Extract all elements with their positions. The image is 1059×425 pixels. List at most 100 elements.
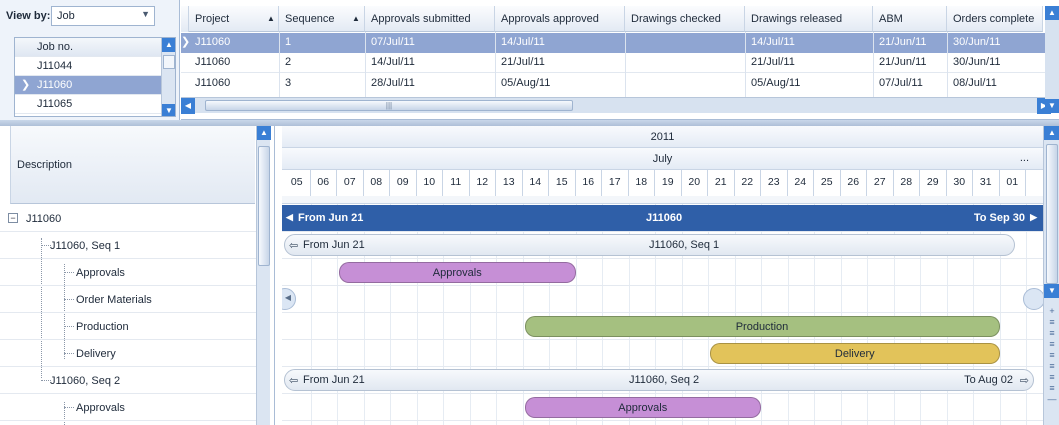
scroll-up-icon[interactable]: ▲ [1045,6,1059,20]
tree-line [64,299,74,300]
tree-row-label: Approvals [76,402,125,414]
column-header-drawings-checked[interactable]: Drawings checked [625,6,745,32]
cell-approvals-submitted: 07/Jul/11 [371,36,415,48]
tree-row-label: J11060, Seq 1 [50,240,121,252]
description-header-label: Description [17,159,73,171]
job-list-item-label: J11065 [37,98,73,110]
job-list-scrollbar[interactable]: ▲ ▼ [161,38,175,116]
tree-row-task[interactable]: Approvals [0,394,256,421]
tree-row-task[interactable]: Production [0,313,256,340]
task-bar-production[interactable]: Production [524,316,1000,337]
column-header-label: ABM [879,13,903,25]
tree-row-seq[interactable]: J11060, Seq 1 [0,232,256,259]
scroll-down-icon[interactable]: ▼ [1044,284,1059,298]
sequence-grid: Project ▲ Sequence ▲ Approvals submitted A… [181,0,1059,120]
column-header-approvals-approved[interactable]: Approvals approved [495,6,625,32]
cell-approvals-submitted: 28/Jul/11 [371,77,415,89]
gantt-scrollbar[interactable]: ▲ ▼ + ≡ ≡ ≡ ≡ ≡ ≡ ≡ — [1043,126,1059,425]
job-list-header[interactable]: Job no. [15,38,161,57]
column-header-abm[interactable]: ABM [873,6,947,32]
cell-sequence: 2 [285,56,292,68]
tree-row-job[interactable]: − J11060 [0,205,256,232]
scroll-up-icon[interactable]: ▲ [1044,126,1059,140]
job-list-item-selected[interactable]: ❯ J11060 [15,76,161,95]
task-bar-delivery[interactable]: Delivery [710,343,1000,364]
grid-divider [873,32,874,100]
collapse-icon[interactable]: − [8,213,18,223]
cell-abm: 21/Jun/11 [879,56,927,68]
column-header-sequence[interactable]: Sequence ▲ [279,6,365,32]
chevron-down-icon[interactable]: ▼ [141,9,150,19]
scroll-thumb[interactable] [163,55,175,69]
tree-row-task[interactable]: Approvals [0,259,256,286]
grid-horizontal-scrollbar[interactable]: ◀ ||| ▶ [181,97,1051,114]
cell-project: J11060 [195,56,231,68]
tree-line [64,353,74,354]
scroll-up-icon[interactable]: ▲ [257,126,271,140]
job-list: Job no. J11044 ❯ J11060 J11065 ▲ ▼ [14,37,176,117]
grid-divider [625,32,626,100]
tree-row-label: Production [76,321,129,333]
task-bars: Approvals Production Delivery Approvals [282,126,1043,425]
grid-vertical-scrollbar[interactable]: ▲ ▼ [1045,6,1059,113]
column-header-approvals-submitted[interactable]: Approvals submitted [365,6,495,32]
sort-asc-icon: ▲ [352,14,360,23]
cell-drawings-released: 05/Aug/11 [751,77,801,89]
view-by-dropdown[interactable]: Job ▼ [51,6,155,26]
task-bar-approvals[interactable]: Approvals [339,262,576,283]
scroll-down-icon[interactable]: ▼ [162,104,175,116]
column-header-drawings-released[interactable]: Drawings released [745,6,873,32]
column-header-label: Drawings released [751,13,843,25]
cell-approvals-approved: 05/Aug/11 [501,77,551,89]
cell-sequence: 3 [285,77,292,89]
grid-row-selected[interactable]: ❯ J11060 1 07/Jul/11 14/Jul/11 14/Jul/11… [181,33,1051,53]
sort-asc-icon: ▲ [267,14,275,23]
tree-row-task[interactable]: Delivery [0,340,256,367]
column-header-label: Sequence [285,13,335,25]
tree-line [64,326,74,327]
tree-row-label: Delivery [76,348,116,360]
scroll-thumb[interactable]: ||| [205,100,573,111]
column-header-label: Project [195,13,230,25]
column-header-orders-complete[interactable]: Orders complete [947,6,1043,32]
column-header-project[interactable]: Project ▲ [189,6,279,32]
grid-divider [495,32,496,100]
tree-row-task[interactable]: Order Materials [0,286,256,313]
cell-drawings-released: 21/Jul/11 [751,56,795,68]
job-list-item[interactable]: J11044 [15,57,161,76]
scroll-down-icon[interactable]: ▼ [1045,99,1059,113]
scroll-thumb[interactable] [258,146,270,266]
column-header-label: Approvals submitted [371,13,471,25]
scroll-left-icon[interactable]: ◀ [181,98,195,114]
cell-approvals-submitted: 14/Jul/11 [371,56,415,68]
tree-row-seq[interactable]: J11060, Seq 2 [0,367,256,394]
tree-row-label: Order Materials [76,294,152,306]
job-list-item-label: J11044 [37,60,73,72]
zoom-controls[interactable]: + ≡ ≡ ≡ ≡ ≡ ≡ ≡ — [1047,306,1057,405]
tree-line [64,407,74,408]
cell-approvals-approved: 14/Jul/11 [501,36,545,48]
grid-row[interactable]: J11060 3 28/Jul/11 05/Aug/11 05/Aug/11 0… [181,74,1051,94]
tree-row-label: J11060 [26,213,62,225]
task-bar-approvals[interactable]: Approvals [524,397,761,418]
cell-orders-complete: 30/Jun/11 [953,56,1001,68]
scroll-thumb[interactable] [1046,144,1058,284]
view-by-value: Job [57,10,75,22]
job-list-item[interactable]: J11065 [15,95,161,114]
scroll-up-icon[interactable]: ▲ [162,38,175,52]
row-indicator-icon: ❯ [21,79,31,91]
job-list-header-label: Job no. [37,41,74,53]
cell-project: J11060 [195,36,231,48]
grid-divider [745,32,746,100]
cell-abm: 07/Jul/11 [879,77,923,89]
grid-row[interactable]: J11060 2 14/Jul/11 21/Jul/11 21/Jul/11 2… [181,53,1051,73]
view-by-label: View by: [6,10,51,22]
job-selector-panel: View by: Job ▼ Job no. J11044 ❯ J11060 J1… [0,0,180,120]
description-header[interactable]: Description [10,126,255,204]
cell-abm: 21/Jun/11 [879,36,927,48]
tree-row-label: Approvals [76,267,125,279]
cell-project: J11060 [195,77,231,89]
cell-orders-complete: 08/Jul/11 [953,77,997,89]
gantt-chart: 2011 July... 05 06 07 08 09 10 11 12 13 14 15 16 17 1… [282,126,1043,425]
tree-scrollbar[interactable]: ▲ [256,126,271,425]
